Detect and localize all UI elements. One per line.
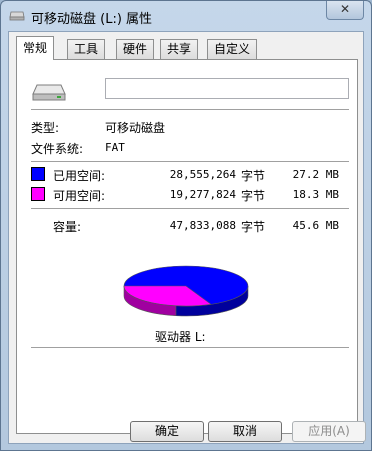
capacity-bytes: 47,833,088 xyxy=(169,219,236,232)
apply-button[interactable]: 应用(A) xyxy=(292,421,366,442)
general-panel: 类型: 可移动磁盘 文件系统: FAT 已用空间: 28,555,264 字节 … xyxy=(16,59,358,434)
disk-usage-pie xyxy=(123,265,249,317)
free-space-bytes: 19,277,824 xyxy=(169,188,236,201)
tab-general[interactable]: 常规 xyxy=(16,36,55,60)
type-label: 类型: xyxy=(31,121,60,135)
free-space-swatch xyxy=(31,187,45,201)
filesystem-label: 文件系统: xyxy=(31,142,84,156)
tab-customize[interactable]: 自定义 xyxy=(207,39,258,59)
title-bar: 可移动磁盘 (L:) 属性 ✕ xyxy=(1,1,371,31)
close-button[interactable]: ✕ xyxy=(326,1,364,20)
cancel-button[interactable]: 取消 xyxy=(208,421,282,442)
close-icon: ✕ xyxy=(339,2,351,16)
used-space-unit: 字节 xyxy=(241,169,266,183)
separator xyxy=(31,161,349,162)
free-space-size: 18.3 MB xyxy=(292,188,339,201)
window-title: 可移动磁盘 (L:) 属性 xyxy=(31,12,153,27)
used-space-bytes: 28,555,264 xyxy=(169,168,236,181)
properties-window: 可移动磁盘 (L:) 属性 ✕ 常规 工具 硬件 共享 自定义 类型: 可移动磁… xyxy=(0,0,372,451)
tab-tools[interactable]: 工具 xyxy=(67,39,106,59)
used-space-size: 27.2 MB xyxy=(292,168,339,181)
separator xyxy=(31,208,349,209)
type-value: 可移动磁盘 xyxy=(105,121,166,135)
drive-letter-label: 驱动器 L: xyxy=(155,330,206,344)
dialog-client: 常规 工具 硬件 共享 自定义 类型: 可移动磁盘 文件系统: FAT 已用空间… xyxy=(8,31,366,444)
drive-icon xyxy=(9,11,25,21)
used-space-label: 已用空间: xyxy=(53,169,106,183)
ok-button[interactable]: 确定 xyxy=(130,421,204,442)
removable-drive-icon xyxy=(32,84,66,101)
separator xyxy=(31,347,349,348)
capacity-label: 容量: xyxy=(53,220,82,234)
capacity-size: 45.6 MB xyxy=(292,219,339,232)
filesystem-value: FAT xyxy=(105,141,125,154)
tab-hardware[interactable]: 硬件 xyxy=(116,39,155,59)
free-space-label: 可用空间: xyxy=(53,189,106,203)
tab-sharing[interactable]: 共享 xyxy=(160,39,199,59)
drive-name-input[interactable] xyxy=(105,78,349,99)
free-space-unit: 字节 xyxy=(241,189,266,203)
separator xyxy=(31,109,349,110)
capacity-unit: 字节 xyxy=(241,220,266,234)
used-space-swatch xyxy=(31,167,45,181)
